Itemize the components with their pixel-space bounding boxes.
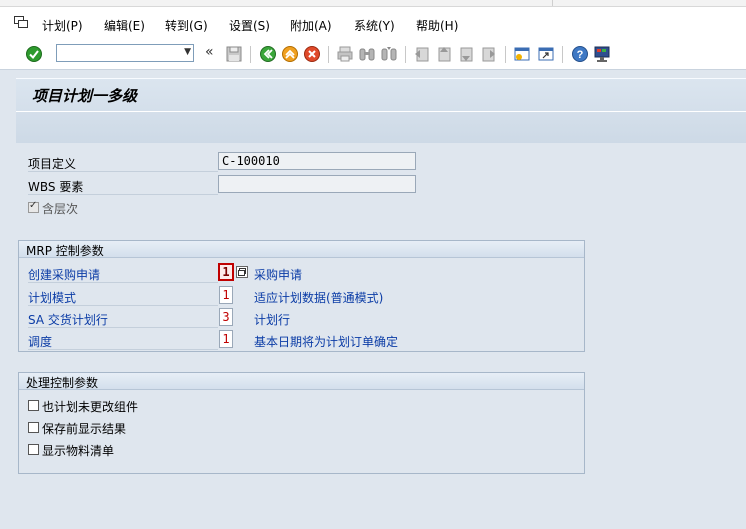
project-definition-field[interactable]: C-100010 [218, 152, 416, 170]
find-next-icon[interactable] [380, 45, 398, 63]
with-hierarchy-checkbox[interactable] [28, 200, 39, 213]
wbs-element-field[interactable] [218, 175, 416, 193]
create-purchase-req-desc: 采购申请 [254, 268, 303, 282]
menu-settings[interactable]: 设置(S) [229, 17, 270, 34]
page-title: 项目计划一多级 [32, 87, 138, 105]
title-bar: 项目计划一多级 [16, 78, 746, 144]
menu-extras[interactable]: 附加(A) [290, 17, 332, 34]
menu-help[interactable]: 帮助(H) [416, 17, 458, 34]
window-top-strip [0, 0, 746, 7]
display-results-before-save-label: 保存前显示结果 [42, 422, 127, 436]
shortcut-icon[interactable] [537, 45, 555, 63]
create-purchase-req-field[interactable]: 1 [218, 263, 234, 281]
create-purchase-req-label: 创建采购申请 [28, 268, 101, 282]
customize-layout-icon[interactable] [593, 45, 611, 63]
mrp-group-header: MRP 控制参数 [19, 241, 584, 258]
menu-system[interactable]: 系统(Y) [354, 17, 395, 34]
with-hierarchy-label: 含层次 [42, 202, 79, 216]
sa-schedule-line-field[interactable]: 3 [219, 308, 233, 326]
menu-plan[interactable]: 计划(P) [42, 17, 83, 34]
menu-edit[interactable]: 编辑(E) [104, 17, 145, 34]
wbs-element-label: WBS 要素 [28, 180, 84, 194]
planning-mode-label: 计划模式 [28, 291, 77, 305]
display-bom-checkbox[interactable] [28, 444, 39, 455]
processing-group-header: 处理控制参数 [19, 373, 584, 390]
plan-unchanged-components-label: 也计划未更改组件 [42, 400, 139, 414]
planning-mode-desc: 适应计划数据(普通模式) [254, 291, 384, 305]
sa-schedule-line-label: SA 交货计划行 [28, 313, 108, 327]
plan-unchanged-components-checkbox[interactable] [28, 400, 39, 411]
mrp-group-title: MRP 控制参数 [26, 244, 104, 258]
value-help-icon[interactable] [236, 266, 248, 278]
print-icon[interactable] [336, 45, 354, 63]
field-underline [28, 194, 218, 195]
sa-schedule-line-desc: 计划行 [254, 313, 291, 327]
menu-bar: 计划(P) 编辑(E) 转到(G) 设置(S) 附加(A) 系统(Y) 帮助(H… [0, 7, 746, 40]
command-field[interactable]: ▼ [56, 44, 194, 62]
scheduling-desc: 基本日期将为计划订单确定 [254, 335, 399, 349]
field-underline [28, 171, 218, 172]
mrp-control-group: MRP 控制参数 创建采购申请 1 采购申请 计划模式 1 适应计划数据(普通模… [18, 240, 585, 352]
dropdown-arrow-icon[interactable]: ▼ [184, 47, 191, 57]
field-underline [28, 349, 218, 350]
project-definition-label: 项目定义 [28, 157, 77, 171]
processing-control-group: 处理控制参数 也计划未更改组件 保存前显示结果 显示物料清单 [18, 372, 585, 474]
back-icon[interactable] [259, 45, 277, 63]
enter-check-icon[interactable] [25, 45, 43, 63]
field-underline [28, 282, 218, 283]
last-page-icon[interactable] [479, 45, 497, 63]
find-icon[interactable] [358, 45, 376, 63]
scheduling-field[interactable]: 1 [219, 330, 233, 348]
collapse-chevrons-icon[interactable]: « [205, 44, 214, 60]
cancel-icon[interactable] [303, 45, 321, 63]
create-session-icon[interactable] [513, 45, 531, 63]
menu-toggle-icon[interactable] [14, 16, 28, 28]
scheduling-label: 调度 [28, 335, 53, 349]
main-content: 项目定义 C-100010 WBS 要素 含层次 MRP 控制参数 创建采购申请… [16, 143, 746, 529]
field-underline [28, 327, 218, 328]
standard-toolbar: ▼ « ? [0, 40, 746, 70]
display-results-before-save-checkbox[interactable] [28, 422, 39, 433]
exit-icon[interactable] [281, 45, 299, 63]
title-divider [16, 111, 746, 112]
save-icon[interactable] [225, 45, 243, 63]
menu-goto[interactable]: 转到(G) [165, 17, 208, 34]
planning-mode-field[interactable]: 1 [219, 286, 233, 304]
field-underline [28, 305, 218, 306]
previous-page-icon[interactable] [435, 45, 453, 63]
svg-text:?: ? [577, 49, 584, 61]
help-icon[interactable]: ? [571, 45, 589, 63]
first-page-icon[interactable] [413, 45, 431, 63]
processing-group-title: 处理控制参数 [26, 376, 99, 390]
display-bom-label: 显示物料清单 [42, 444, 115, 458]
next-page-icon[interactable] [457, 45, 475, 63]
